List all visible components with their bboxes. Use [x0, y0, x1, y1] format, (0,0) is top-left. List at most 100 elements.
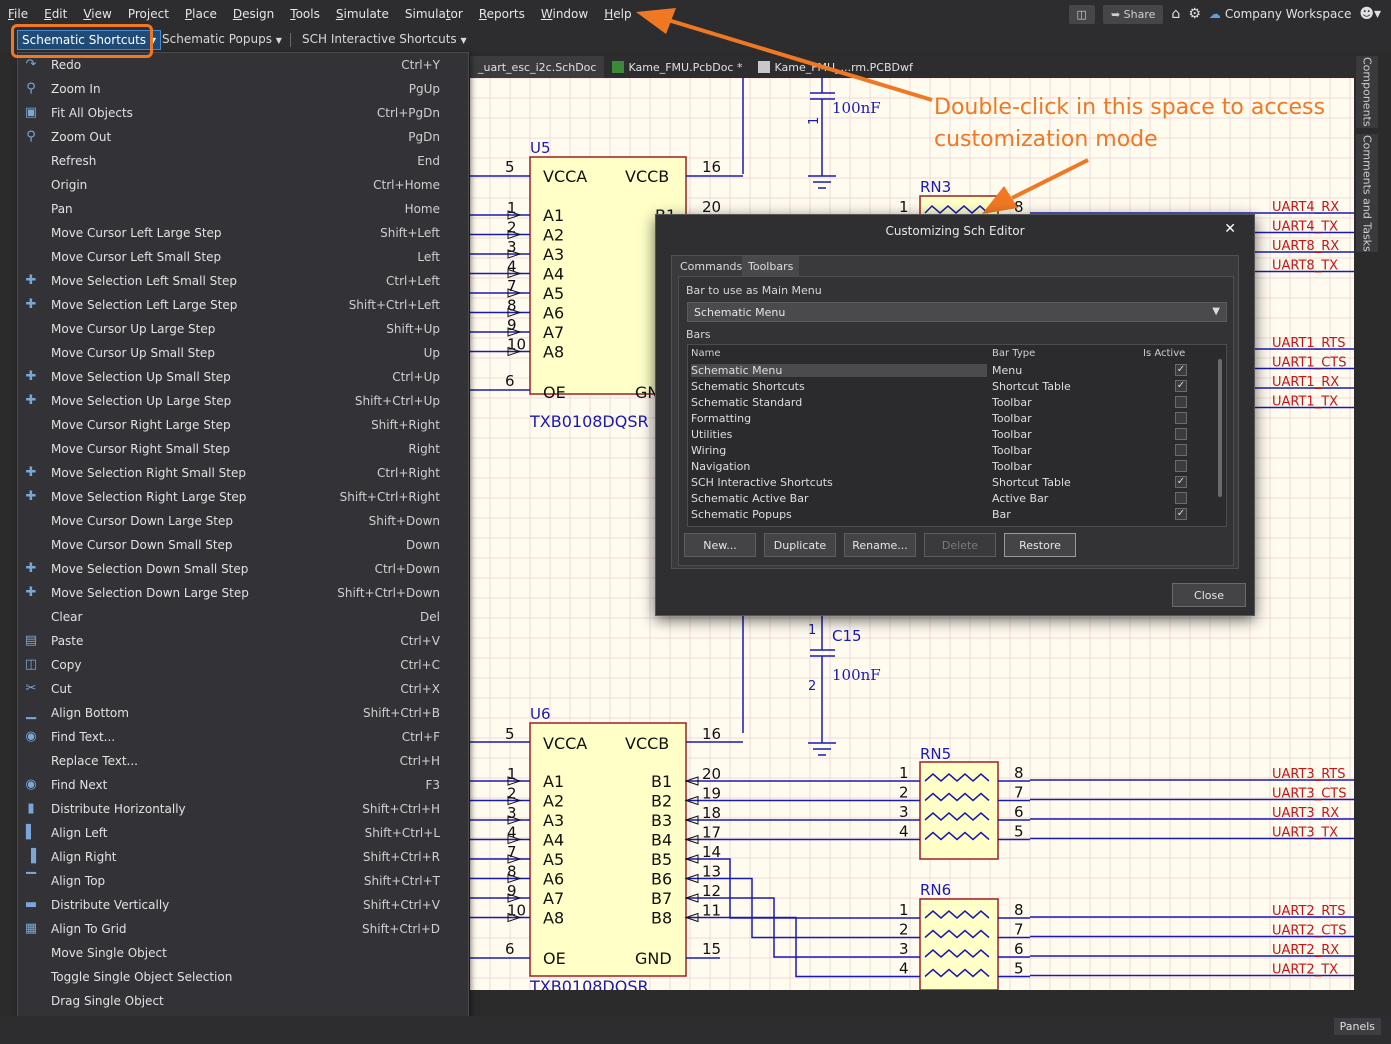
- col-active[interactable]: Is Active: [1143, 348, 1185, 359]
- menu-item-row[interactable]: ▮ Distribute Horizontally Shift+Ctrl+H: [18, 797, 468, 821]
- components-panel-tab[interactable]: Components: [1356, 56, 1378, 128]
- menu-item-row[interactable]: Replace Text... Ctrl+H: [18, 749, 468, 773]
- menu-item-row[interactable]: ◫ Copy Ctrl+C: [18, 653, 468, 677]
- menu-item-row[interactable]: ▔ Align Top Shift+Ctrl+T: [18, 869, 468, 893]
- menu-item-row[interactable]: Move Single Object: [18, 941, 468, 965]
- menu-item[interactable]: Simulate: [328, 7, 397, 21]
- menu-item-row[interactable]: ▣ Fit All Objects Ctrl+PgDn: [18, 101, 468, 125]
- close-icon[interactable]: ✕: [1224, 221, 1236, 237]
- menu-item-row[interactable]: ✚ Move Selection Left Large Step Shift+Ctr…: [18, 293, 468, 317]
- menu-item-row[interactable]: Drag Single Object: [18, 989, 468, 1013]
- bar-row[interactable]: SCH Interactive Shortcuts Shortcut Table ✓: [690, 475, 1218, 491]
- scroll-thumb[interactable]: [1218, 359, 1222, 497]
- workspace-button[interactable]: ☁ Company Workspace: [1209, 7, 1352, 21]
- menu-item-row[interactable]: ✚ Move Selection Up Large Step Shift+Ctrl+…: [18, 389, 468, 413]
- menu-item-row[interactable]: Pan Home: [18, 197, 468, 221]
- is-active-checkbox[interactable]: [1175, 396, 1187, 408]
- doc-tab-schdoc[interactable]: _uart_esc_i2c.SchDoc: [470, 56, 605, 78]
- menu-item[interactable]: View: [75, 7, 119, 21]
- menu-item-row[interactable]: ▦ Align To Grid Shift+Ctrl+D: [18, 917, 468, 941]
- menu-item-row[interactable]: ⚲ Zoom In PgUp: [18, 77, 468, 101]
- menu-item-row[interactable]: ▬ Distribute Vertically Shift+Ctrl+V: [18, 893, 468, 917]
- menu-item-row[interactable]: ▁ Align Bottom Shift+Ctrl+B: [18, 701, 468, 725]
- gear-icon[interactable]: ⚙: [1188, 6, 1201, 22]
- bar-row[interactable]: Wiring Toolbar: [690, 443, 1218, 459]
- bar-row[interactable]: Schematic Popups Bar ✓: [690, 507, 1218, 523]
- share-button[interactable]: ➥ Share: [1102, 4, 1164, 24]
- schematic-popups-button[interactable]: Schematic Popups ▼: [162, 32, 282, 46]
- duplicate-button[interactable]: Duplicate: [764, 533, 836, 557]
- menu-item-row[interactable]: Move Cursor Right Large Step Shift+Right: [18, 413, 468, 437]
- menu-item[interactable]: Reports: [471, 7, 533, 21]
- new-button[interactable]: New...: [684, 533, 756, 557]
- is-active-checkbox[interactable]: ✓: [1175, 508, 1187, 520]
- menu-item-row[interactable]: ✚ Move Selection Up Small Step Ctrl+Up: [18, 365, 468, 389]
- menu-item[interactable]: Help: [596, 7, 639, 21]
- bar-row[interactable]: Navigation Toolbar: [690, 459, 1218, 475]
- menu-item-row[interactable]: Move Cursor Left Large Step Shift+Left: [18, 221, 468, 245]
- panels-button[interactable]: Panels: [1333, 1018, 1381, 1035]
- menu-item-row[interactable]: Refresh End: [18, 149, 468, 173]
- col-name[interactable]: Name: [691, 348, 721, 359]
- menu-item[interactable]: File: [0, 7, 36, 21]
- menu-item[interactable]: Tools: [282, 7, 328, 21]
- bar-row[interactable]: Utilities Toolbar: [690, 427, 1218, 443]
- home-icon[interactable]: ⌂: [1171, 6, 1180, 22]
- menu-item-row[interactable]: ◉ Find Next F3: [18, 773, 468, 797]
- menu-item-row[interactable]: ◉ Find Text... Ctrl+F: [18, 725, 468, 749]
- menu-item-row[interactable]: Move Cursor Up Small Step Up: [18, 341, 468, 365]
- restore-button[interactable]: Restore: [1004, 533, 1076, 557]
- menu-item[interactable]: Window: [533, 7, 596, 21]
- bar-row[interactable]: Schematic Active Bar Active Bar: [690, 491, 1218, 507]
- main-menu-select[interactable]: Schematic Menu ▼: [687, 302, 1227, 322]
- bar-row[interactable]: Schematic Menu Menu ✓: [690, 363, 1218, 379]
- menu-item-row[interactable]: ✂ Cut Ctrl+X: [18, 677, 468, 701]
- user-icon[interactable]: ☻▾: [1359, 6, 1381, 22]
- is-active-checkbox[interactable]: ✓: [1175, 476, 1187, 488]
- is-active-checkbox[interactable]: [1175, 444, 1187, 456]
- scrollbar[interactable]: [1216, 347, 1224, 521]
- doc-tab-pcbdwf[interactable]: Kame_FMU_...rm.PCBDwf: [750, 56, 920, 78]
- menu-item-row[interactable]: ⚲ Zoom Out PgDn: [18, 125, 468, 149]
- is-active-checkbox[interactable]: ✓: [1175, 380, 1187, 392]
- menu-item[interactable]: Design: [225, 7, 282, 21]
- menu-item-row[interactable]: ▌ Align Left Shift+Ctrl+L: [18, 821, 468, 845]
- is-active-checkbox[interactable]: [1175, 492, 1187, 504]
- bar-row[interactable]: Schematic Standard Toolbar: [690, 395, 1218, 411]
- menu-item[interactable]: Place: [177, 7, 225, 21]
- bar-row[interactable]: Schematic Shortcuts Shortcut Table ✓: [690, 379, 1218, 395]
- chat-icon[interactable]: ◫: [1068, 4, 1095, 24]
- menu-item[interactable]: Edit: [36, 7, 75, 21]
- is-active-checkbox[interactable]: ✓: [1175, 364, 1187, 376]
- menu-item-row[interactable]: Toggle Single Object Selection: [18, 965, 468, 989]
- is-active-checkbox[interactable]: [1175, 412, 1187, 424]
- bar-type: Toolbar: [992, 460, 1032, 473]
- menu-item-row[interactable]: ✚ Move Selection Right Large Step Shift+Ct…: [18, 485, 468, 509]
- menu-item-row[interactable]: ✚ Move Selection Left Small Step Ctrl+Left: [18, 269, 468, 293]
- is-active-checkbox[interactable]: [1175, 428, 1187, 440]
- menu-item-row[interactable]: ✚ Move Selection Down Large Step Shift+Ctr…: [18, 581, 468, 605]
- menu-item-row[interactable]: Origin Ctrl+Home: [18, 173, 468, 197]
- menu-item-row[interactable]: Clear Del: [18, 605, 468, 629]
- menu-item[interactable]: Project: [120, 7, 177, 21]
- tab-commands[interactable]: Commands: [674, 256, 748, 276]
- menu-item-row[interactable]: Move Cursor Up Large Step Shift+Up: [18, 317, 468, 341]
- menu-item-row[interactable]: Move Cursor Right Small Step Right: [18, 437, 468, 461]
- is-active-checkbox[interactable]: [1175, 460, 1187, 472]
- menu-item-row[interactable]: Move Cursor Left Small Step Left: [18, 245, 468, 269]
- menu-item-row[interactable]: ✚ Move Selection Right Small Step Ctrl+Rig…: [18, 461, 468, 485]
- col-type[interactable]: Bar Type: [992, 348, 1035, 359]
- sch-interactive-shortcuts-button[interactable]: SCH Interactive Shortcuts ▼: [302, 32, 467, 46]
- doc-tab-pcbdoc[interactable]: Kame_FMU.PcbDoc *: [604, 56, 750, 78]
- menu-item[interactable]: Simulator: [397, 7, 471, 21]
- bar-row[interactable]: Formatting Toolbar: [690, 411, 1218, 427]
- menu-item-row[interactable]: ▤ Paste Ctrl+V: [18, 629, 468, 653]
- rename-button[interactable]: Rename...: [844, 533, 916, 557]
- tab-toolbars[interactable]: Toolbars: [742, 256, 800, 276]
- menu-item-row[interactable]: ✚ Move Selection Down Small Step Ctrl+Down: [18, 557, 468, 581]
- comments-panel-tab[interactable]: Comments and Tasks: [1356, 134, 1378, 252]
- menu-item-row[interactable]: ▐ Align Right Shift+Ctrl+R: [18, 845, 468, 869]
- menu-item-row[interactable]: Move Cursor Down Large Step Shift+Down: [18, 509, 468, 533]
- close-button[interactable]: Close: [1172, 583, 1246, 607]
- menu-item-row[interactable]: Move Cursor Down Small Step Down: [18, 533, 468, 557]
